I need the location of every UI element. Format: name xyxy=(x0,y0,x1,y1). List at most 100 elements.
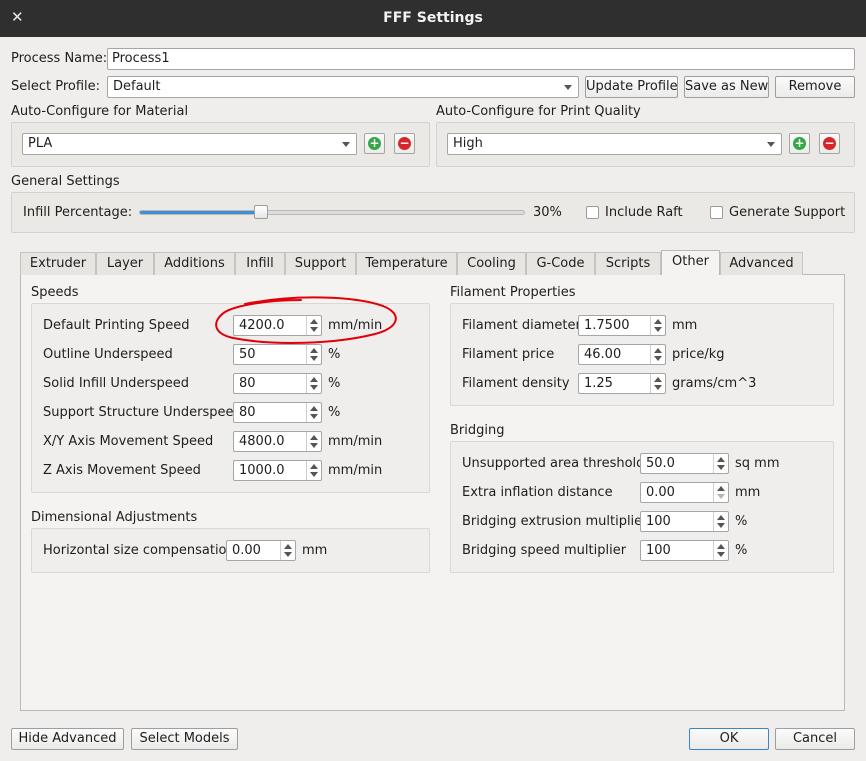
save-as-new-button[interactable]: Save as New xyxy=(684,76,769,98)
horizontal-size-compensation-value: 0.00 xyxy=(232,543,261,558)
up-arrow-icon[interactable] xyxy=(310,435,318,440)
up-arrow-icon[interactable] xyxy=(717,486,725,491)
bridging-speed-multiplier-input[interactable]: 100 xyxy=(640,540,729,561)
update-profile-button[interactable]: Update Profile xyxy=(585,76,678,98)
ok-button[interactable]: OK xyxy=(689,728,769,750)
bridging-extrusion-multiplier-input[interactable]: 100 xyxy=(640,511,729,532)
up-arrow-icon[interactable] xyxy=(717,515,725,520)
hide-advanced-button[interactable]: Hide Advanced xyxy=(11,728,124,750)
cancel-button[interactable]: Cancel xyxy=(775,728,855,750)
remove-quality-button[interactable]: − xyxy=(819,133,840,154)
filament-diameter-input[interactable]: 1.7500 xyxy=(578,315,666,336)
process-name-input[interactable]: Process1 xyxy=(107,48,855,70)
tab-gcode[interactable]: G-Code xyxy=(526,252,595,275)
tab-extruder[interactable]: Extruder xyxy=(20,252,96,275)
spin-arrows[interactable] xyxy=(650,374,665,393)
up-arrow-icon[interactable] xyxy=(654,319,662,324)
spin-arrows[interactable] xyxy=(713,483,728,502)
down-arrow-icon[interactable] xyxy=(310,414,318,419)
unsupported-area-threshold-label: Unsupported area threshold xyxy=(462,456,645,471)
up-arrow-icon[interactable] xyxy=(310,406,318,411)
up-arrow-icon[interactable] xyxy=(284,544,292,549)
quality-section-label: Auto-Configure for Print Quality xyxy=(436,104,641,119)
down-arrow-icon[interactable] xyxy=(654,327,662,332)
unsupported-area-threshold-unit: sq mm xyxy=(735,456,780,471)
support-structure-underspeed-value: 80 xyxy=(239,405,256,420)
down-arrow-icon[interactable] xyxy=(284,552,292,557)
spin-arrows[interactable] xyxy=(306,432,321,451)
spin-arrows[interactable] xyxy=(280,541,295,560)
tab-temperature[interactable]: Temperature xyxy=(356,252,457,275)
up-arrow-icon[interactable] xyxy=(654,377,662,382)
spin-arrows[interactable] xyxy=(306,461,321,480)
up-arrow-icon[interactable] xyxy=(717,544,725,549)
unsupported-area-threshold-input[interactable]: 50.0 xyxy=(640,453,729,474)
horizontal-size-compensation-unit: mm xyxy=(302,543,328,558)
generate-support-label: Generate Support xyxy=(729,205,846,220)
down-arrow-icon[interactable] xyxy=(310,385,318,390)
spin-arrows[interactable] xyxy=(713,512,728,531)
material-select[interactable]: PLA xyxy=(22,133,357,155)
solid-infill-underspeed-input[interactable]: 80 xyxy=(233,373,322,394)
tab-scripts[interactable]: Scripts xyxy=(595,252,661,275)
down-arrow-icon[interactable] xyxy=(717,465,725,470)
support-structure-underspeed-input[interactable]: 80 xyxy=(233,402,322,423)
filament-price-input[interactable]: 46.00 xyxy=(578,344,666,365)
add-material-button[interactable]: + xyxy=(364,133,385,154)
tab-advanced[interactable]: Advanced xyxy=(720,252,803,275)
generate-support-checkbox[interactable] xyxy=(710,206,723,219)
xy-axis-movement-speed-input[interactable]: 4800.0 xyxy=(233,431,322,452)
down-arrow-icon[interactable] xyxy=(717,552,725,557)
z-axis-movement-speed-unit: mm/min xyxy=(328,463,383,478)
xy-axis-movement-speed-value: 4800.0 xyxy=(239,434,285,449)
infill-slider[interactable] xyxy=(139,210,525,215)
filament-diameter-unit: mm xyxy=(672,318,698,333)
spin-arrows[interactable] xyxy=(306,403,321,422)
infill-slider-handle[interactable] xyxy=(253,205,268,219)
general-settings-label: General Settings xyxy=(11,174,120,189)
down-arrow-icon[interactable] xyxy=(310,443,318,448)
spin-arrows[interactable] xyxy=(713,541,728,560)
tab-additions[interactable]: Additions xyxy=(154,252,235,275)
horizontal-size-compensation-input[interactable]: 0.00 xyxy=(226,540,296,561)
tab-layer[interactable]: Layer xyxy=(96,252,154,275)
remove-material-button[interactable]: − xyxy=(394,133,415,154)
profile-select[interactable]: Default xyxy=(107,76,579,98)
z-axis-movement-speed-input[interactable]: 1000.0 xyxy=(233,460,322,481)
down-arrow-icon[interactable] xyxy=(310,356,318,361)
down-arrow-icon[interactable] xyxy=(654,356,662,361)
up-arrow-icon[interactable] xyxy=(310,377,318,382)
up-arrow-icon[interactable] xyxy=(654,348,662,353)
add-quality-button[interactable]: + xyxy=(789,133,810,154)
solid-infill-underspeed-unit: % xyxy=(328,376,341,391)
up-arrow-icon[interactable] xyxy=(717,457,725,462)
down-arrow-icon[interactable] xyxy=(717,523,725,528)
include-raft-checkbox[interactable] xyxy=(586,206,599,219)
tab-infill[interactable]: Infill xyxy=(235,252,285,275)
tab-cooling[interactable]: Cooling xyxy=(457,252,526,275)
remove-profile-button[interactable]: Remove xyxy=(775,76,855,98)
quality-select[interactable]: High xyxy=(447,133,782,155)
down-arrow-icon[interactable] xyxy=(310,472,318,477)
tab-support[interactable]: Support xyxy=(285,252,356,275)
z-axis-movement-speed-label: Z Axis Movement Speed xyxy=(43,463,201,478)
down-arrow-icon[interactable] xyxy=(717,494,725,499)
select-models-button[interactable]: Select Models xyxy=(131,728,238,750)
spin-arrows[interactable] xyxy=(650,345,665,364)
up-arrow-icon[interactable] xyxy=(310,464,318,469)
filament-density-input[interactable]: 1.25 xyxy=(578,373,666,394)
spin-arrows[interactable] xyxy=(713,454,728,473)
xy-axis-movement-speed-unit: mm/min xyxy=(328,434,383,449)
bridging-extrusion-multiplier-label: Bridging extrusion multiplier xyxy=(462,514,648,529)
extra-inflation-distance-input[interactable]: 0.00 xyxy=(640,482,729,503)
filament-price-value: 46.00 xyxy=(584,347,622,362)
bridging-title: Bridging xyxy=(450,423,505,438)
quality-select-value: High xyxy=(453,136,483,151)
infill-percentage-label: Infill Percentage: xyxy=(23,205,133,220)
infill-value: 30% xyxy=(533,205,562,220)
down-arrow-icon[interactable] xyxy=(654,385,662,390)
xy-axis-movement-speed-label: X/Y Axis Movement Speed xyxy=(43,434,214,449)
spin-arrows[interactable] xyxy=(650,316,665,335)
spin-arrows[interactable] xyxy=(306,374,321,393)
tab-other[interactable]: Other xyxy=(661,250,720,275)
